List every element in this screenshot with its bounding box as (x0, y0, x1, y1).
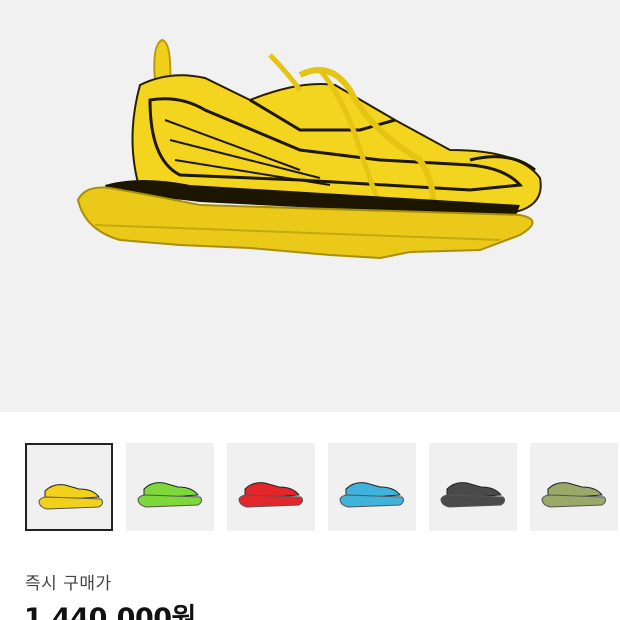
sneaker-olive-icon (541, 482, 607, 508)
price-value: 1,440,000원 (24, 603, 196, 620)
thumbnail-variant-green[interactable] (126, 443, 214, 531)
color-variant-thumbnails (25, 443, 620, 533)
price-label: 즉시 구매가 (25, 574, 112, 594)
thumbnail-variant-red[interactable] (227, 443, 315, 531)
sneaker-yellow-icon (38, 484, 104, 510)
sneaker-black-icon (440, 482, 506, 508)
product-main-image (0, 0, 620, 412)
thumbnail-variant-black[interactable] (429, 443, 517, 531)
thumbnail-variant-blue[interactable] (328, 443, 416, 531)
sneaker-red-icon (238, 482, 304, 508)
thumbnail-variant-yellow[interactable] (25, 443, 113, 531)
sneaker-green-icon (137, 482, 203, 508)
product-page: 즉시 구매가 1,440,000원 (0, 0, 620, 620)
sneaker-image (76, 38, 542, 260)
sneaker-blue-icon (339, 482, 405, 508)
thumbnail-variant-olive[interactable] (530, 443, 618, 531)
